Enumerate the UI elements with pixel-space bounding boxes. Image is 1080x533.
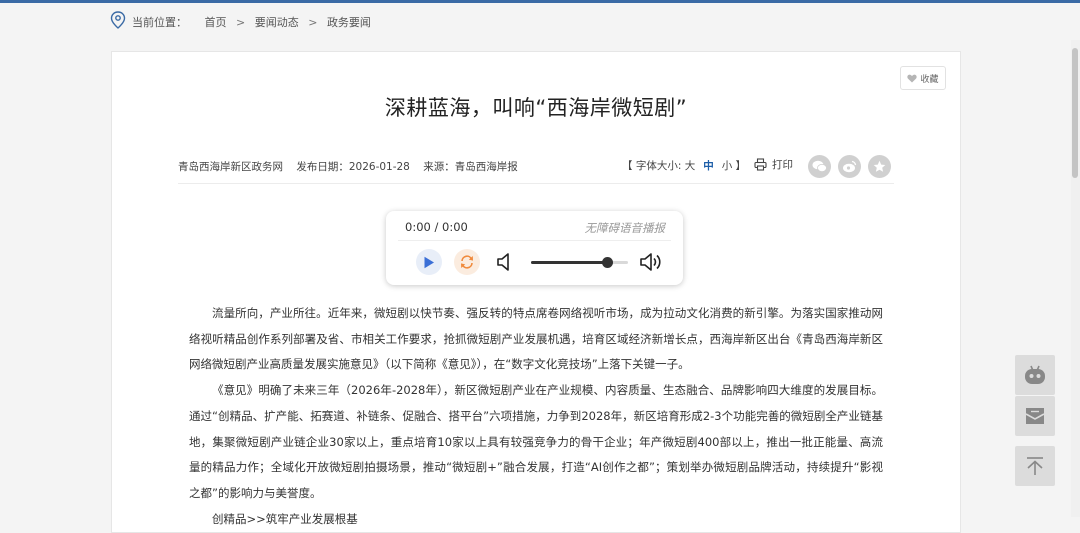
site-name: 青岛西海岸新区政务网: [178, 161, 283, 173]
volume-slider-knob[interactable]: [601, 257, 613, 268]
print-label: 打印: [772, 159, 793, 171]
meta-divider: [178, 183, 894, 184]
favorite-label: 收藏: [920, 74, 939, 85]
accessibility-voice-label: 无障碍语音播报: [584, 221, 666, 235]
article-paragraph: 《意见》明确了未来三年（2026年-2028年），新区微短剧产业在产业规模、内容…: [189, 383, 883, 500]
article-body: 流量所向，产业所往。近年来，微短剧以快节奏、强反转的特点席卷网络视听市场，成为拉…: [189, 301, 883, 532]
font-size-small[interactable]: 小 】: [722, 160, 746, 172]
article-source: 来源：青岛西海岸报: [423, 161, 518, 173]
play-icon: [424, 256, 434, 268]
breadcrumb-separator: >: [308, 16, 318, 29]
volume-up-icon[interactable]: [639, 252, 663, 272]
font-size-medium[interactable]: 中: [703, 160, 714, 172]
weibo-icon: [843, 160, 857, 173]
loop-button[interactable]: [454, 249, 480, 275]
article-meta: 青岛西海岸新区政务网 发布日期：2026-01-28 来源：青岛西海岸报: [178, 159, 528, 174]
share-weibo-button[interactable]: [838, 155, 861, 178]
font-size-switcher: 【 字体大小: 大中小 】: [622, 158, 746, 173]
wechat-icon: [812, 160, 827, 172]
back-to-top-icon: [1027, 457, 1043, 475]
article-title: 深耕蓝海，叫响“西海岸微短剧”: [384, 96, 688, 120]
share-favorite-button[interactable]: [868, 155, 891, 178]
back-to-top-button[interactable]: [1015, 446, 1055, 486]
robot-assistant-button[interactable]: [1015, 355, 1055, 395]
article-paragraph: 创精品>>筑牢产业发展根基: [212, 511, 358, 526]
favorite-star-icon: [873, 160, 886, 172]
robot-assistant-icon: [1025, 365, 1045, 384]
location-pin-icon: [110, 11, 126, 29]
breadcrumb: 当前位置： 首页 > 要闻动态 > 政务要闻: [0, 3, 1080, 37]
font-size-large[interactable]: 【 字体大小: 大: [622, 160, 695, 172]
message-icon: [1025, 408, 1045, 424]
audio-time: 0:00 / 0:00: [405, 220, 468, 234]
breadcrumb-gov-news[interactable]: 政务要闻: [327, 16, 371, 29]
breadcrumb-news[interactable]: 要闻动态: [255, 16, 299, 29]
heart-icon: [907, 74, 918, 82]
print-button[interactable]: 打印: [754, 157, 793, 172]
loop-icon: [461, 255, 473, 269]
article-paragraph: 流量所向，产业所往。近年来，微短剧以快节奏、强反转的特点席卷网络视听市场，成为拉…: [189, 306, 883, 372]
mute-button[interactable]: [496, 252, 514, 272]
play-button[interactable]: [416, 249, 442, 275]
player-divider: [398, 240, 671, 241]
publish-date: 发布日期：2026-01-28: [296, 161, 410, 173]
favorite-button[interactable]: 收藏: [900, 66, 946, 90]
breadcrumb-separator: >: [236, 16, 246, 29]
scrollbar-thumb[interactable]: [1072, 48, 1078, 178]
audio-player: 0:00 / 0:00 无障碍语音播报: [386, 211, 683, 285]
breadcrumb-label: 当前位置：: [132, 16, 187, 29]
article-panel: 收藏 深耕蓝海，叫响“西海岸微短剧” 青岛西海岸新区政务网 发布日期：2026-…: [111, 51, 961, 533]
volume-slider[interactable]: [531, 257, 628, 268]
share-wechat-button[interactable]: [808, 155, 831, 178]
printer-icon: [754, 158, 767, 171]
breadcrumb-home[interactable]: 首页: [205, 16, 227, 29]
volume-slider-fill: [531, 261, 607, 264]
message-button[interactable]: [1015, 396, 1055, 436]
